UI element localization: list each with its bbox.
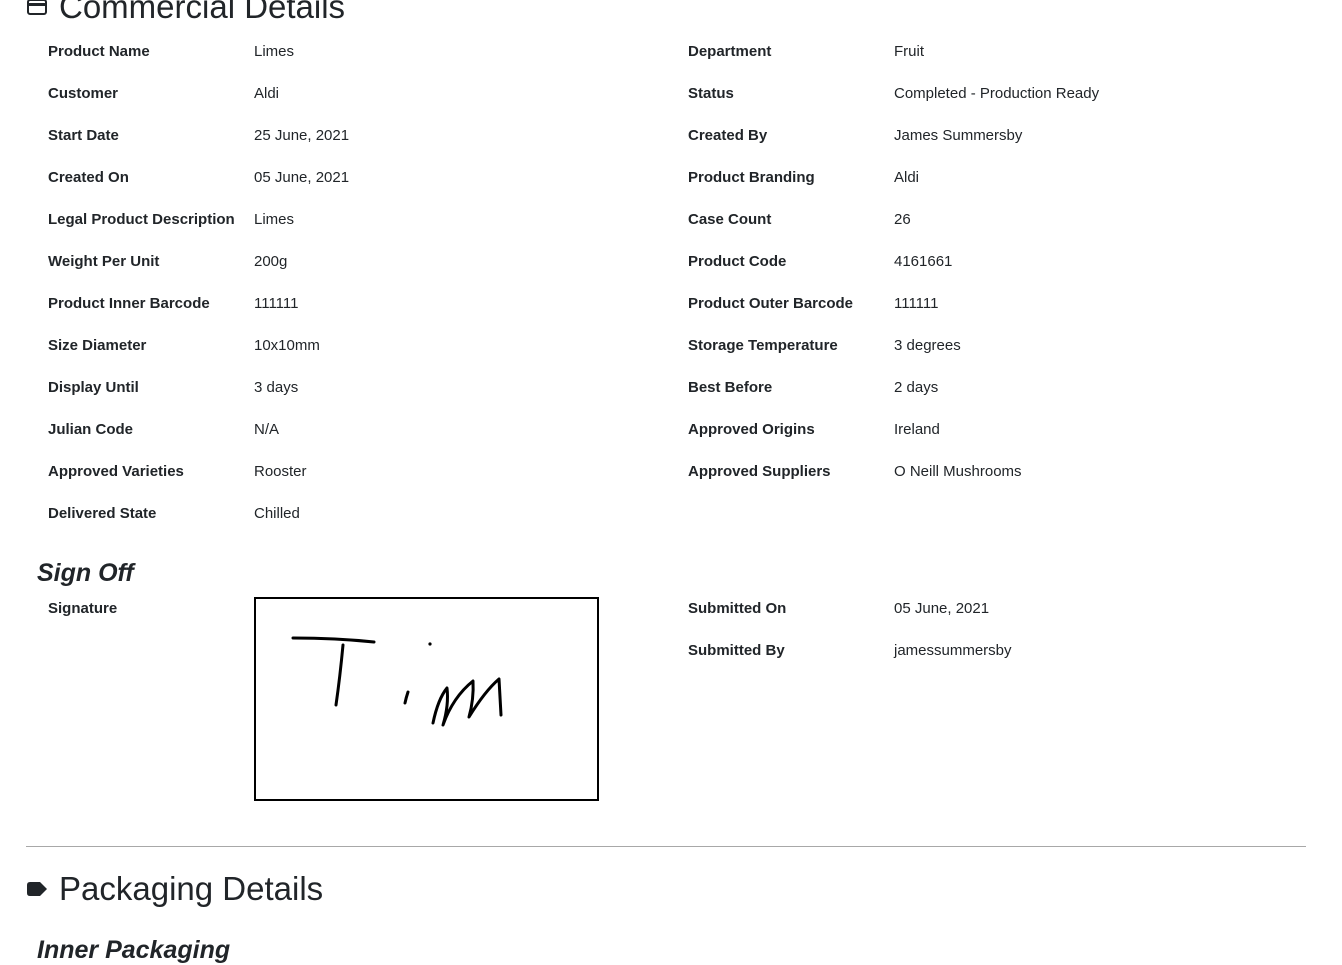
field-label-department: Department xyxy=(688,43,772,60)
submitted-on-label: Submitted On xyxy=(688,600,787,617)
field-value-display-until: 3 days xyxy=(254,379,299,396)
commercial-details-title: Commercial Details xyxy=(59,0,346,25)
field-label-created-on: Created On xyxy=(48,169,129,186)
field-value-product-outer-barcode: 111111 xyxy=(894,295,939,312)
submitted-on-value: 05 June, 2021 xyxy=(894,600,990,617)
sign-off-heading: Sign Off xyxy=(37,559,134,587)
signature-image xyxy=(254,597,599,801)
field-label-product-name: Product Name xyxy=(48,43,150,60)
field-value-weight-per-unit: 200g xyxy=(254,253,288,270)
field-value-delivered-state: Chilled xyxy=(254,505,300,522)
field-label-julian-code: Julian Code xyxy=(48,421,134,438)
field-value-customer: Aldi xyxy=(254,85,280,102)
field-value-approved-varieties: Rooster xyxy=(254,463,307,480)
field-label-approved-origins: Approved Origins xyxy=(688,421,815,438)
signature-label: Signature xyxy=(48,600,118,617)
field-value-product-inner-barcode: 111111 xyxy=(254,295,299,312)
field-value-legal-product-description: Limes xyxy=(254,211,295,228)
field-label-product-branding: Product Branding xyxy=(688,169,815,186)
field-value-storage-temperature: 3 degrees xyxy=(894,337,961,354)
field-label-start-date: Start Date xyxy=(48,127,119,144)
packaging-details-heading: Packaging Details xyxy=(26,870,323,908)
field-label-created-by: Created By xyxy=(688,127,768,144)
field-label-status: Status xyxy=(688,85,734,102)
field-value-start-date: 25 June, 2021 xyxy=(254,127,350,144)
field-value-department: Fruit xyxy=(894,43,924,60)
tag-icon xyxy=(26,878,48,900)
field-label-customer: Customer xyxy=(48,85,119,102)
field-label-approved-varieties: Approved Varieties xyxy=(48,463,184,480)
field-label-size-diameter: Size Diameter xyxy=(48,337,147,354)
field-value-size-diameter: 10x10mm xyxy=(254,337,320,354)
field-label-case-count: Case Count xyxy=(688,211,772,228)
field-value-product-code: 4161661 xyxy=(894,253,953,270)
field-value-product-name: Limes xyxy=(254,43,295,60)
field-value-best-before: 2 days xyxy=(894,379,939,396)
field-label-product-inner-barcode: Product Inner Barcode xyxy=(48,295,210,312)
field-label-best-before: Best Before xyxy=(688,379,773,396)
field-label-delivered-state: Delivered State xyxy=(48,505,157,522)
field-value-approved-suppliers: O Neill Mushrooms xyxy=(894,463,1022,480)
field-value-julian-code: N/A xyxy=(254,421,280,438)
field-label-weight-per-unit: Weight Per Unit xyxy=(48,253,160,270)
field-label-display-until: Display Until xyxy=(48,379,139,396)
field-value-created-by: James Summersby xyxy=(894,127,1023,144)
section-divider xyxy=(26,846,1306,847)
commercial-details-heading: Commercial Details xyxy=(26,0,345,26)
field-value-approved-origins: Ireland xyxy=(894,421,940,438)
field-label-product-code: Product Code xyxy=(688,253,787,270)
field-label-product-outer-barcode: Product Outer Barcode xyxy=(688,295,854,312)
field-label-approved-suppliers: Approved Suppliers xyxy=(688,463,831,480)
field-value-status: Completed - Production Ready xyxy=(894,85,1100,102)
field-value-case-count: 26 xyxy=(894,211,911,228)
inner-packaging-heading: Inner Packaging xyxy=(37,936,231,964)
field-label-storage-temperature: Storage Temperature xyxy=(688,337,838,354)
field-label-legal-product-description: Legal Product Description xyxy=(48,211,235,228)
submitted-by-label: Submitted By xyxy=(688,642,785,659)
field-value-created-on: 05 June, 2021 xyxy=(254,169,350,186)
submitted-by-value: jamessummersby xyxy=(894,642,1012,659)
field-value-product-branding: Aldi xyxy=(894,169,920,186)
card-icon xyxy=(26,0,48,18)
packaging-details-title: Packaging Details xyxy=(59,870,324,907)
